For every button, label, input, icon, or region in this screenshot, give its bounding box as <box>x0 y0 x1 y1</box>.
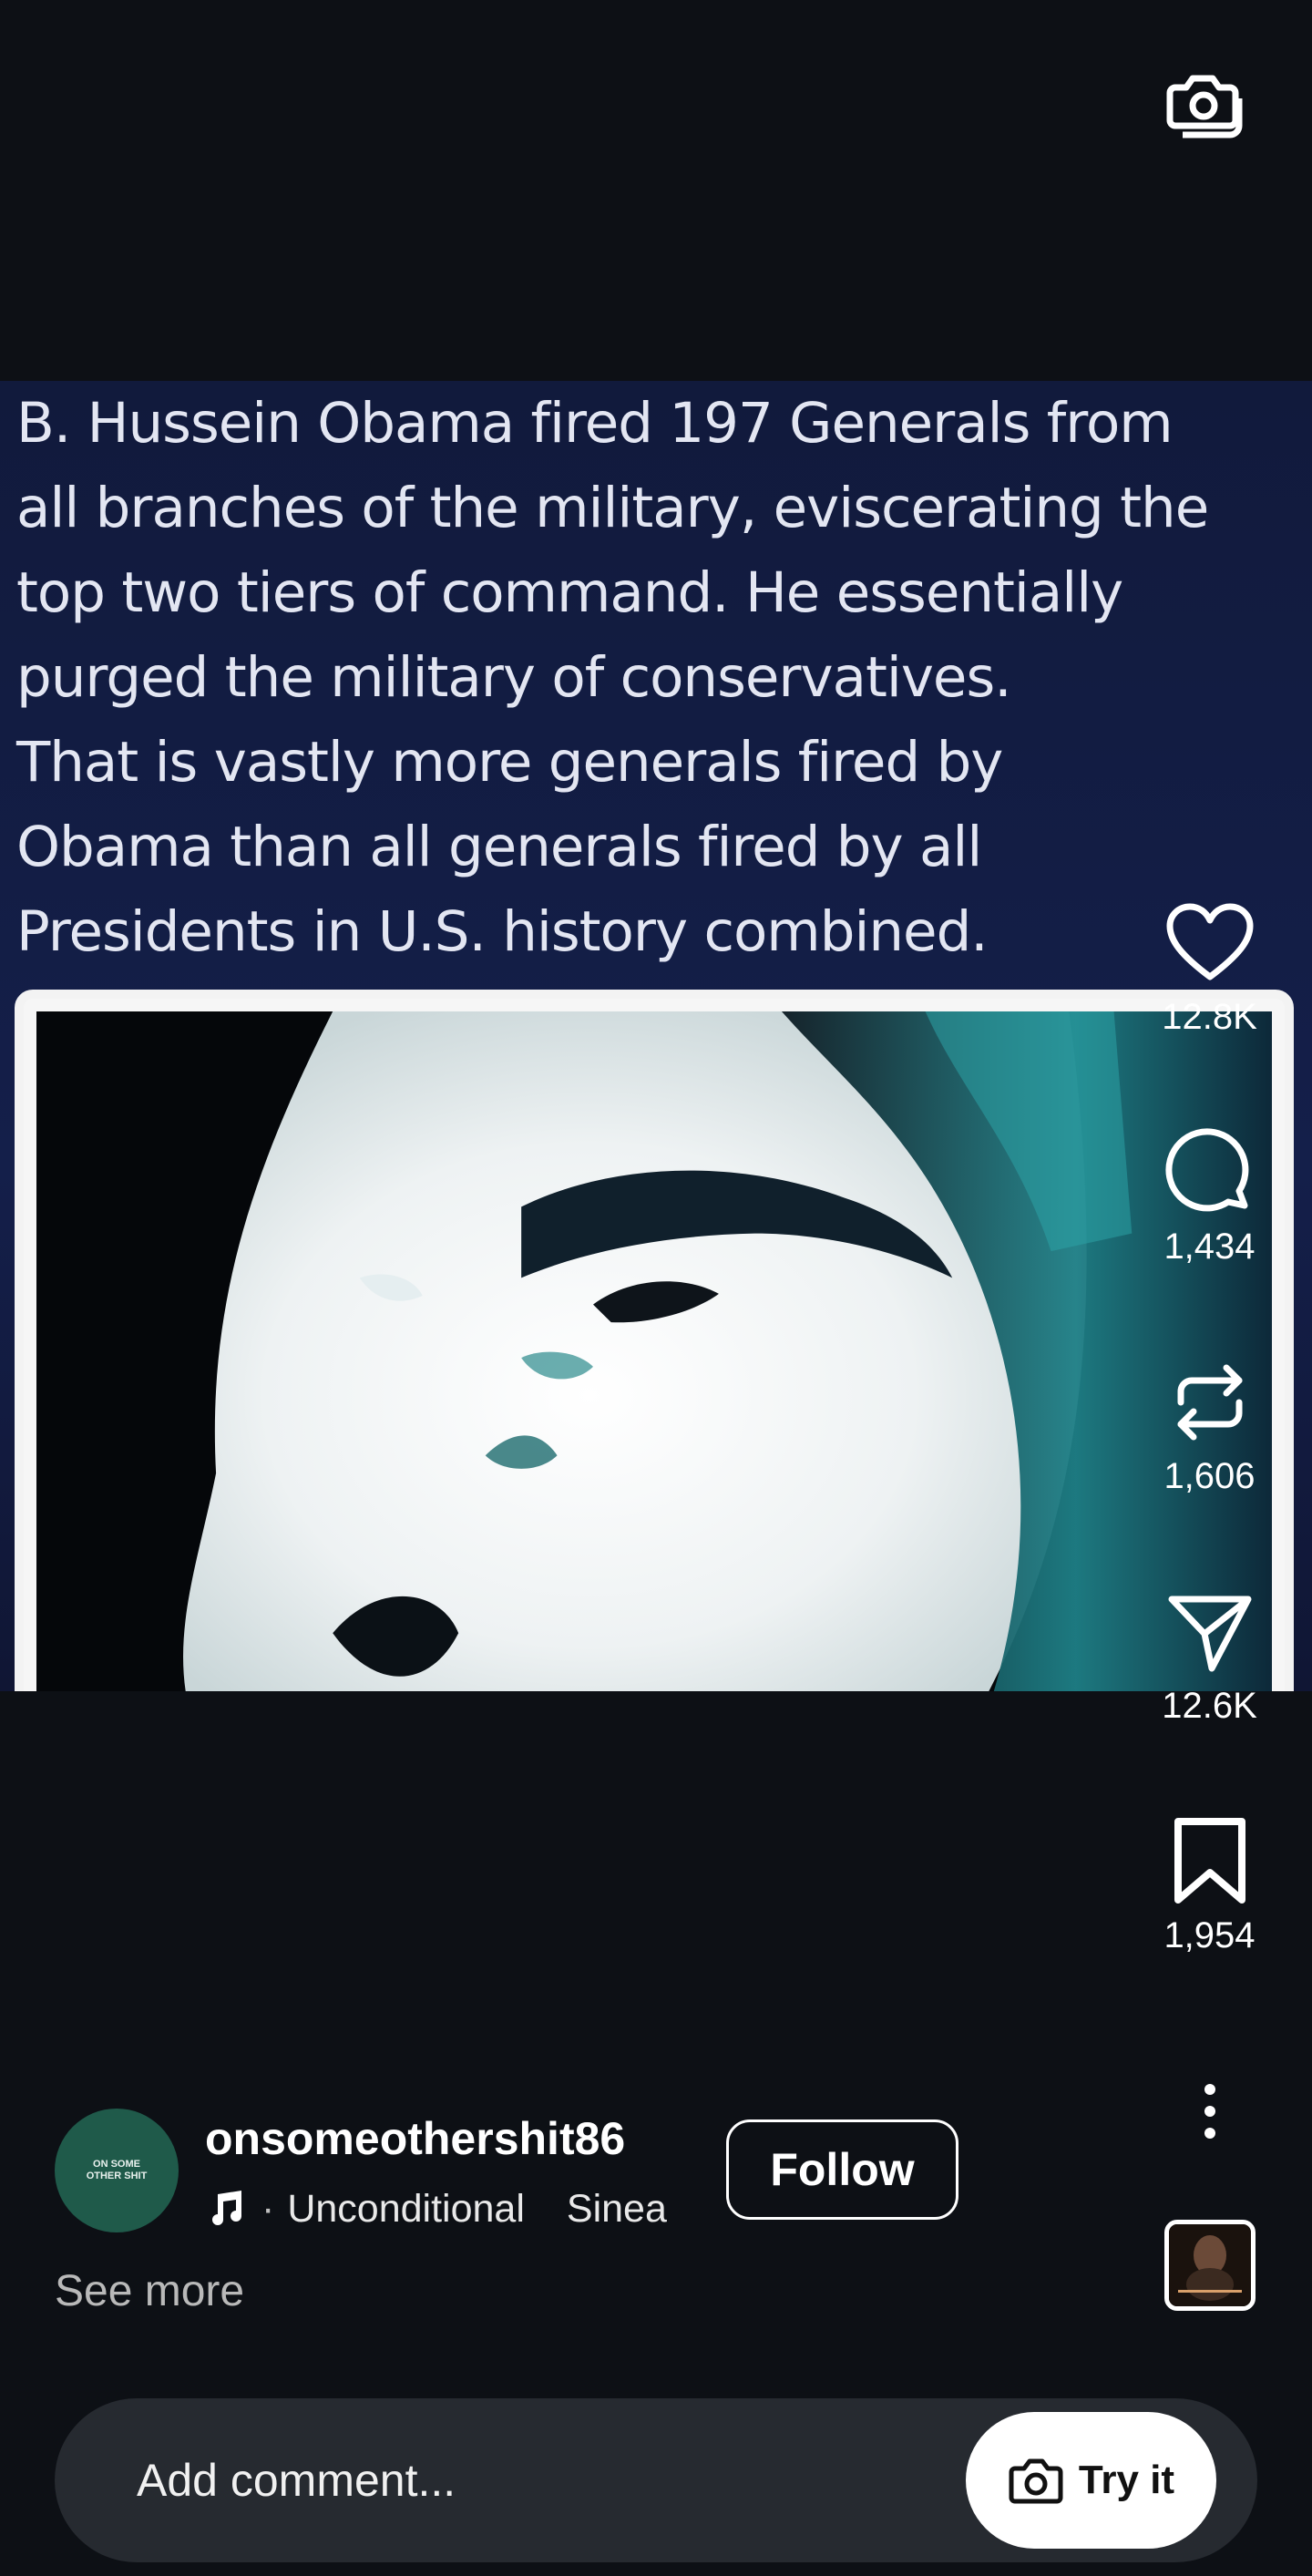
music-album-thumbnail[interactable] <box>1164 2220 1256 2311</box>
repost-icon[interactable] <box>1160 1352 1260 1452</box>
music-info[interactable]: · Unconditional Sinea <box>205 2181 692 2236</box>
caption-line: Obama than all generals fired by all <box>16 815 982 879</box>
send-icon[interactable] <box>1160 1582 1260 1682</box>
author-avatar[interactable]: ON SOME OTHER SHIT <box>55 2109 179 2232</box>
camera-icon <box>1008 2451 1066 2509</box>
save-count: 1,954 <box>1163 1915 1256 1955</box>
share-count: 12.6K <box>1162 1686 1257 1726</box>
reel-screen: B. Hussein Obama fired 197 Generals from… <box>0 0 1312 2576</box>
caption-line: top two tiers of command. He essentially <box>16 560 1123 625</box>
heart-icon[interactable] <box>1160 893 1260 993</box>
repost-count: 1,606 <box>1163 1456 1256 1496</box>
bookmark-icon[interactable] <box>1160 1811 1260 1912</box>
comment-count: 1,434 <box>1163 1226 1256 1267</box>
see-more-link[interactable]: See more <box>55 2266 244 2316</box>
music-separator: · <box>261 2186 275 2231</box>
follow-button[interactable]: Follow <box>726 2119 958 2220</box>
save-action[interactable]: 1,954 <box>1130 1811 1289 1956</box>
author-username[interactable]: onsomeothershit86 <box>205 2112 625 2165</box>
share-action[interactable]: 12.6K <box>1130 1582 1289 1727</box>
music-artist: Sinea <box>566 2186 667 2231</box>
music-song: Unconditional <box>287 2186 525 2231</box>
camera-stack-icon[interactable] <box>1155 55 1252 151</box>
caption-line: purged the military of conservatives. <box>16 645 1012 710</box>
comment-bubble-icon[interactable] <box>1160 1123 1260 1223</box>
avatar-text: ON SOME OTHER SHIT <box>86 2159 148 2181</box>
music-note-icon <box>205 2188 247 2230</box>
portrait-photo <box>36 1011 1272 1691</box>
caption-line: That is vastly more generals fired by <box>16 730 1003 795</box>
caption-line: Presidents in U.S. history combined. <box>16 899 989 964</box>
try-it-button[interactable]: Try it <box>966 2412 1216 2549</box>
comment-action[interactable]: 1,434 <box>1130 1123 1289 1267</box>
post-media[interactable]: B. Hussein Obama fired 197 Generals from… <box>0 381 1312 1691</box>
comment-bar: Try it <box>55 2398 1257 2562</box>
comment-input[interactable] <box>137 2444 938 2517</box>
try-it-label: Try it <box>1078 2458 1175 2502</box>
like-count: 12.8K <box>1162 997 1257 1037</box>
repost-action[interactable]: 1,606 <box>1130 1352 1289 1497</box>
embedded-photo-frame <box>15 990 1294 1691</box>
caption-line: all branches of the military, eviscerati… <box>16 476 1209 540</box>
caption-line: B. Hussein Obama fired 197 Generals from <box>16 391 1174 456</box>
like-action[interactable]: 12.8K <box>1130 893 1289 1038</box>
caption-image-text: B. Hussein Obama fired 197 Generals from… <box>16 381 1310 974</box>
more-vertical-icon[interactable] <box>1155 2061 1265 2161</box>
